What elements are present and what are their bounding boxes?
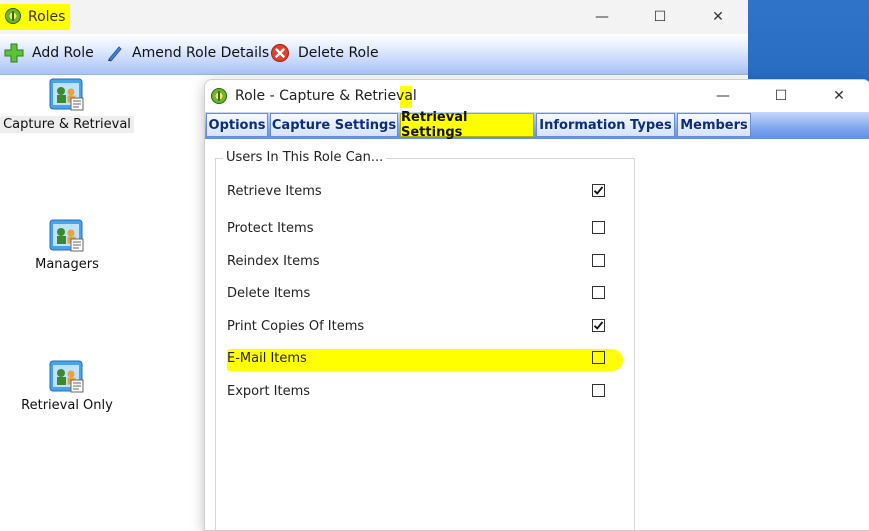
permission-label: Delete Items [227, 286, 311, 301]
role-group-icon [49, 78, 85, 112]
plus-icon [4, 43, 24, 63]
role-label: Capture & Retrieval [0, 116, 134, 133]
role-label: Managers [35, 257, 99, 272]
permission-print-copies: Print Copies Of Items [227, 319, 607, 337]
retrieval-settings-panel: Users In This Role Can... Retrieve Items… [205, 139, 869, 530]
permission-label: Export Items [227, 384, 311, 399]
dialog-maximize-button[interactable]: ☐ [761, 83, 801, 109]
permission-protect-items: Protect Items [227, 221, 607, 239]
export-items-checkbox[interactable] [592, 384, 605, 397]
role-group-icon [49, 360, 85, 394]
add-role-label: Add Role [32, 45, 94, 61]
roles-toolbar: Add Role Amend Role Details Delete Role [0, 34, 748, 75]
add-role-button[interactable]: Add Role [4, 34, 94, 72]
dialog-minimize-button[interactable]: — [703, 83, 743, 109]
minimize-button[interactable]: — [582, 4, 622, 30]
dialog-titlebar: Role - Capture & Retrieval — ☐ ✕ [205, 80, 869, 112]
permission-delete-items: Delete Items [227, 286, 607, 304]
delete-role-button[interactable]: Delete Role [270, 34, 379, 72]
role-group-icon [49, 219, 85, 253]
permission-label: Print Copies Of Items [227, 319, 365, 334]
delete-icon [270, 43, 290, 63]
permission-label: Retrieve Items [227, 184, 322, 199]
groupbox-title: Users In This Role Can... [223, 150, 387, 165]
dialog-close-button[interactable]: ✕ [819, 83, 859, 109]
print-copies-checkbox[interactable] [592, 319, 605, 332]
app-logo-icon [5, 8, 21, 24]
permission-export-items: Export Items [227, 384, 607, 402]
close-button[interactable]: ✕ [698, 4, 738, 30]
role-dialog: Role - Capture & Retrieval — ☐ ✕ Options… [204, 79, 869, 531]
tab-options[interactable]: Options [206, 113, 268, 137]
roles-titlebar: Roles — ☐ ✕ [0, 0, 748, 34]
delete-role-label: Delete Role [298, 45, 379, 61]
tab-information-types[interactable]: Information Types [536, 113, 675, 137]
tab-strip: Options Capture Settings Retrieval Setti… [205, 110, 869, 140]
retrieve-items-checkbox[interactable] [592, 184, 605, 197]
app-logo-icon [211, 88, 227, 104]
permission-label: E-Mail Items [227, 351, 307, 366]
role-managers[interactable]: Managers [0, 219, 137, 272]
permissions-groupbox: Users In This Role Can... [215, 150, 635, 530]
tab-retrieval-settings[interactable]: Retrieval Settings [400, 110, 534, 140]
role-capture-retrieval[interactable]: Capture & Retrieval [0, 78, 137, 133]
amend-role-label: Amend Role Details [132, 45, 270, 61]
role-retrieval-only[interactable]: Retrieval Only [0, 360, 137, 413]
tab-capture-settings[interactable]: Capture Settings [270, 113, 398, 137]
permission-retrieve-items: Retrieve Items [227, 184, 607, 202]
dialog-title: Role - Capture & Retrieval [235, 88, 417, 104]
delete-items-checkbox[interactable] [592, 286, 605, 299]
permission-reindex-items: Reindex Items [227, 254, 607, 272]
reindex-items-checkbox[interactable] [592, 254, 605, 267]
protect-items-checkbox[interactable] [592, 221, 605, 234]
email-items-checkbox[interactable] [592, 351, 605, 364]
role-label: Retrieval Only [21, 398, 113, 413]
permission-email-items: E-Mail Items [227, 351, 607, 369]
window-title: Roles [28, 9, 66, 25]
maximize-button[interactable]: ☐ [640, 4, 680, 30]
permission-label: Reindex Items [227, 254, 320, 269]
pencil-icon [106, 44, 124, 62]
permission-label: Protect Items [227, 221, 314, 236]
amend-role-button[interactable]: Amend Role Details [106, 34, 269, 72]
tab-members[interactable]: Members [677, 113, 751, 137]
